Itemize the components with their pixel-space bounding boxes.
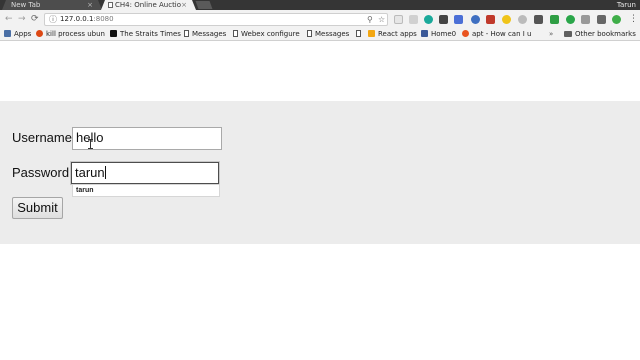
url-text[interactable]: 127.0.0.1:8080: [60, 14, 114, 25]
apps-grid-icon: [4, 30, 11, 37]
document-icon: [307, 30, 312, 37]
extension-puzzle-icon[interactable]: [534, 15, 543, 24]
bookmark-item[interactable]: React apps: [368, 28, 417, 41]
browser-toolbar: ← → ⟳ ⓘ 127.0.0.1:8080 ⚲ ☆ ⋮: [0, 10, 640, 28]
password-value: tarun: [75, 165, 105, 180]
other-bookmarks[interactable]: Other bookmarks: [564, 28, 636, 41]
extension-red-icon[interactable]: [486, 15, 495, 24]
ubuntu-icon: [36, 30, 43, 37]
facebook-icon: [421, 30, 428, 37]
tab-title: CH4: Online Auctio: [115, 1, 182, 9]
bookmark-apps[interactable]: Apps: [4, 28, 31, 41]
tab-title: New Tab: [11, 1, 41, 9]
bookmark-label: apt - How can I u: [472, 30, 532, 38]
bookmark-item[interactable]: The Straits Times: [110, 28, 181, 41]
extension-shield-icon[interactable]: [581, 15, 590, 24]
extension-teal-icon[interactable]: [424, 15, 433, 24]
document-icon: [108, 2, 113, 8]
extension-grammarly-icon[interactable]: [612, 15, 621, 24]
bookmark-item[interactable]: Messages: [307, 28, 349, 41]
extension-yellow-icon[interactable]: [502, 15, 511, 24]
url-host: 127.0.0.1: [60, 15, 94, 23]
star-icon[interactable]: ☆: [378, 14, 385, 25]
tab-close-icon[interactable]: ×: [181, 0, 187, 10]
document-icon: [184, 30, 189, 37]
browser-tab-strip: New Tab × CH4: Online Auctio × Tarun: [0, 0, 640, 10]
bookmark-label: kill process ubun: [46, 30, 105, 38]
new-tab-button[interactable]: [195, 1, 213, 9]
url-port: :8080: [93, 15, 114, 23]
react-apps-icon: [368, 30, 375, 37]
extension-blue-icon[interactable]: [454, 15, 463, 24]
tab-online-auction[interactable]: CH4: Online Auctio ×: [101, 0, 196, 10]
forward-icon[interactable]: →: [18, 13, 26, 25]
extension-globe-icon[interactable]: [471, 15, 480, 24]
password-label: Password:: [12, 165, 73, 180]
username-label: Username:: [12, 130, 76, 145]
info-icon[interactable]: ⓘ: [49, 14, 57, 25]
bookmark-label: The Straits Times: [120, 30, 181, 38]
extension-green-icon[interactable]: [566, 15, 575, 24]
folder-icon: [564, 31, 572, 37]
submit-button[interactable]: Submit: [12, 197, 63, 219]
address-bar[interactable]: ⓘ 127.0.0.1:8080 ⚲ ☆: [44, 13, 388, 26]
document-icon: [233, 30, 238, 37]
zoom-icon[interactable]: ⚲: [367, 14, 373, 25]
bookmarks-bar: Apps kill process ubun The Straits Times…: [0, 28, 640, 41]
bookmarks-overflow-icon[interactable]: »: [549, 28, 553, 41]
password-input[interactable]: tarun: [71, 162, 219, 184]
bookmark-label: Webex configure: [241, 30, 300, 38]
autocomplete-suggestion[interactable]: tarun: [72, 184, 220, 197]
text-cursor-icon: [88, 139, 93, 149]
profile-name[interactable]: Tarun: [617, 0, 636, 10]
bookmark-label: Messages: [192, 30, 227, 38]
straits-times-icon: [110, 30, 117, 37]
bookmark-label: Other bookmarks: [575, 30, 636, 38]
back-icon[interactable]: ←: [5, 13, 13, 25]
page-content: [0, 41, 640, 360]
bookmark-label: React apps: [378, 30, 417, 38]
bookmark-item[interactable]: Messages: [184, 28, 226, 41]
extension-leaf-icon[interactable]: [550, 15, 559, 24]
tab-close-icon[interactable]: ×: [87, 0, 93, 10]
text-caret: [104, 166, 106, 179]
menu-icon[interactable]: ⋮: [629, 13, 638, 25]
document-icon: [356, 30, 361, 37]
bookmark-label: Apps: [14, 30, 32, 38]
bookmark-item[interactable]: Webex configure: [233, 28, 300, 41]
reload-icon[interactable]: ⟳: [31, 13, 39, 25]
extension-grid-icon[interactable]: [394, 15, 403, 24]
askubuntu-icon: [462, 30, 469, 37]
extension-gray-icon[interactable]: [409, 15, 418, 24]
bookmark-item[interactable]: kill process ubun: [36, 28, 105, 41]
extension-circle-icon[interactable]: [518, 15, 527, 24]
bookmark-label: Messages: [315, 30, 350, 38]
bookmark-item[interactable]: [356, 28, 364, 41]
bookmark-label: Home0: [431, 30, 457, 38]
tab-new-tab[interactable]: New Tab ×: [2, 0, 102, 10]
extension-download-icon[interactable]: [597, 15, 606, 24]
bookmark-item[interactable]: apt - How can I u: [462, 28, 531, 41]
bookmark-item[interactable]: Home0: [421, 28, 456, 41]
extension-dark-icon[interactable]: [439, 15, 448, 24]
username-input[interactable]: hello: [72, 127, 222, 150]
